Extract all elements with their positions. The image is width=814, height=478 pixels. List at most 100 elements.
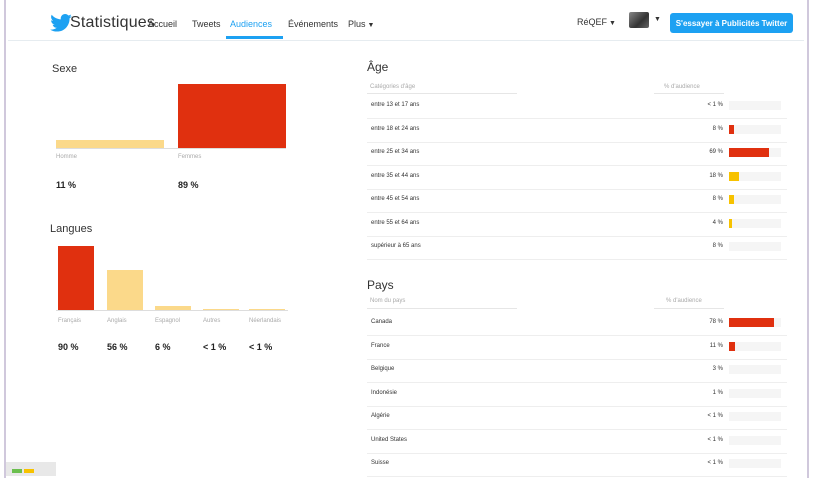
- pays-row-track: [729, 435, 781, 445]
- nav-accueil[interactable]: Accueil: [148, 19, 177, 29]
- age-row-pct: 8 %: [712, 196, 723, 202]
- twitter-ads-button[interactable]: S'essayer à Publicités Twitter: [670, 13, 793, 33]
- nav-plus[interactable]: Plus ▼: [348, 19, 374, 29]
- pays-row-track: [729, 412, 781, 421]
- pays-row-label: Belgique: [371, 366, 395, 372]
- age-row-label: entre 25 et 34 ans: [371, 149, 420, 155]
- nav-tweets[interactable]: Tweets: [192, 19, 221, 29]
- age-row-label: entre 45 et 54 ans: [371, 196, 420, 202]
- pays-row-label: Indonésie: [371, 389, 398, 396]
- nav-evenements[interactable]: Événements: [288, 19, 338, 29]
- account-menu[interactable]: RéQEF ▼: [577, 17, 616, 27]
- pays-row-pct: < 1 %: [707, 460, 723, 466]
- pays-row-label: Canada: [371, 319, 393, 325]
- age-row-track: [729, 101, 781, 110]
- langue-label: Français: [58, 318, 82, 324]
- age-row-track: [729, 171, 781, 181]
- langue-pct: 56 %: [107, 342, 128, 352]
- pays-row: Belgique 3 %: [367, 359, 787, 383]
- pays-header-rule-right: [654, 308, 724, 309]
- age-row: entre 35 et 44 ans 18 %: [367, 166, 787, 190]
- age-col-category: Catégories d'âge: [370, 84, 416, 90]
- pays-row-bar: [729, 318, 775, 327]
- age-row: entre 13 et 17 ans < 1 %: [367, 95, 787, 119]
- age-row-label: supérieur à 65 ans: [371, 243, 421, 249]
- langue-label: Espagnol: [155, 318, 181, 324]
- pays-row-pct: 11 %: [709, 342, 723, 349]
- langue-label: Néerlandais: [249, 318, 282, 324]
- nav-plus-label: Plus: [348, 19, 366, 29]
- sexe-title: Sexe: [52, 63, 78, 75]
- pays-row: Indonésie 1 %: [367, 383, 787, 407]
- pays-row-pct: 1 %: [712, 389, 723, 396]
- chevron-down-icon: ▼: [609, 20, 616, 27]
- brand-title[interactable]: Statistiques: [70, 14, 155, 32]
- pays-row-label: United States: [371, 436, 408, 443]
- pays-row-track: [729, 388, 781, 398]
- pays-col-country: Nom du pays: [370, 298, 406, 304]
- age-title: Âge: [367, 60, 389, 74]
- age-row-pct: 8 %: [712, 243, 723, 249]
- age-row: entre 25 et 34 ans 69 %: [367, 142, 787, 166]
- age-row-bar: [729, 171, 740, 181]
- nav-audiences[interactable]: Audiences: [230, 19, 272, 29]
- sexe-label: Homme: [56, 154, 78, 160]
- pays-row-pct: < 1 %: [707, 413, 723, 419]
- pays-row: United States < 1 %: [367, 430, 787, 454]
- age-row-pct: 4 %: [712, 219, 723, 226]
- pays-title: Pays: [367, 278, 394, 292]
- pays-row-pct: < 1 %: [707, 436, 723, 443]
- langue-pct: < 1 %: [249, 342, 273, 352]
- age-row-pct: 69 %: [709, 149, 723, 155]
- langue-pct: 90 %: [58, 342, 79, 352]
- langue-label: Anglais: [107, 318, 127, 324]
- age-col-audience: % d'audience: [664, 84, 700, 90]
- pays-row-label: Algérie: [371, 413, 390, 419]
- age-row-label: entre 18 et 24 ans: [371, 125, 420, 132]
- pays-row: Suisse < 1 %: [367, 453, 787, 477]
- age-row-bar: [729, 218, 732, 228]
- age-row-pct: < 1 %: [707, 102, 723, 108]
- age-row-track: [729, 124, 781, 134]
- pays-row-track: [729, 318, 781, 327]
- pays-row-track: [729, 341, 781, 351]
- age-row: entre 18 et 24 ans 8 %: [367, 119, 787, 143]
- pays-row-pct: 78 %: [709, 319, 723, 325]
- age-row: entre 55 et 64 ans 4 %: [367, 213, 787, 237]
- age-row-label: entre 55 et 64 ans: [371, 219, 420, 226]
- avatar[interactable]: [629, 12, 649, 28]
- age-row: supérieur à 65 ans 8 %: [367, 236, 787, 260]
- age-header-rule-right: [654, 93, 724, 94]
- pays-row: France 11 %: [367, 336, 787, 360]
- twitter-bird-icon[interactable]: [50, 14, 72, 32]
- age-row-track: [729, 195, 781, 204]
- age-row-label: entre 13 et 17 ans: [371, 102, 420, 108]
- age-row-label: entre 35 et 44 ans: [371, 172, 420, 179]
- pays-row-bar: [729, 341, 736, 351]
- sexe-label: Femmes: [178, 154, 202, 160]
- pays-row-label: France: [371, 342, 390, 349]
- pays-row-track: [729, 459, 781, 468]
- chevron-down-icon: ▼: [367, 22, 375, 29]
- sexe-bar: [56, 140, 164, 148]
- age-header-rule-left: [367, 93, 517, 94]
- pays-row-pct: 3 %: [712, 366, 723, 372]
- age-row-pct: 8 %: [712, 125, 723, 132]
- langue-baseline: [56, 310, 288, 311]
- pays-col-audience: % d'audience: [666, 298, 702, 304]
- sexe-pct: 89 %: [178, 180, 199, 190]
- age-row-track: [729, 148, 781, 157]
- age-row-track: [729, 242, 781, 251]
- age-row-bar: [729, 148, 770, 157]
- pays-header-rule-left: [367, 308, 517, 309]
- langue-pct: 6 %: [155, 342, 171, 352]
- langues-title: Langues: [50, 223, 93, 235]
- langue-pct: < 1 %: [203, 342, 227, 352]
- age-row-track: [729, 218, 781, 228]
- sexe-baseline: [56, 148, 286, 149]
- pays-row: Algérie < 1 %: [367, 406, 787, 430]
- age-row-bar: [729, 195, 734, 204]
- chevron-down-icon[interactable]: ▼: [654, 16, 661, 23]
- corner-thumbnail: [6, 462, 56, 476]
- age-row-bar: [729, 124, 734, 134]
